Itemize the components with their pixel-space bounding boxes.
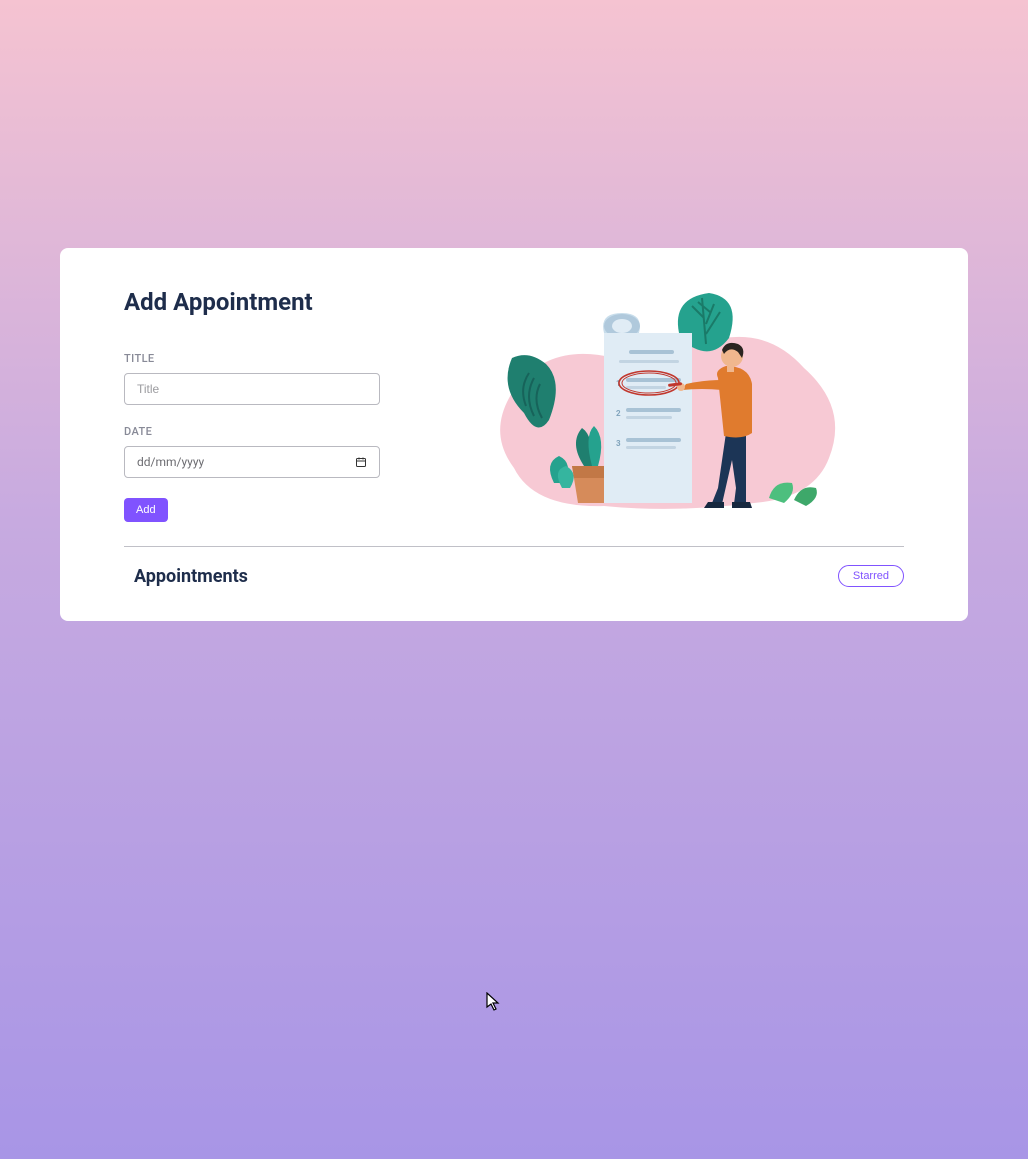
page-title: Add Appointment [124, 288, 384, 316]
title-input[interactable] [124, 373, 380, 405]
appointments-header-row: Appointments Starred [124, 565, 904, 587]
main-card: Add Appointment TITLE DATE dd/mm/yyyy Ad… [60, 248, 968, 621]
illustration-svg: 1 2 3 [474, 288, 854, 528]
top-row: Add Appointment TITLE DATE dd/mm/yyyy Ad… [124, 288, 904, 528]
svg-text:3: 3 [616, 439, 621, 448]
date-label: DATE [124, 425, 384, 438]
starred-filter-button[interactable]: Starred [838, 565, 904, 587]
illustration: 1 2 3 [424, 288, 904, 528]
appointments-heading: Appointments [124, 566, 248, 587]
date-placeholder-text: dd/mm/yyyy [137, 455, 204, 469]
add-button[interactable]: Add [124, 498, 168, 522]
svg-text:2: 2 [616, 409, 621, 418]
form-section: Add Appointment TITLE DATE dd/mm/yyyy Ad… [124, 288, 384, 528]
date-input-wrapper: dd/mm/yyyy [124, 446, 380, 478]
cursor-icon [486, 992, 502, 1012]
date-input[interactable]: dd/mm/yyyy [124, 446, 380, 478]
title-label: TITLE [124, 352, 384, 365]
calendar-icon [355, 456, 367, 468]
separator [124, 546, 904, 547]
